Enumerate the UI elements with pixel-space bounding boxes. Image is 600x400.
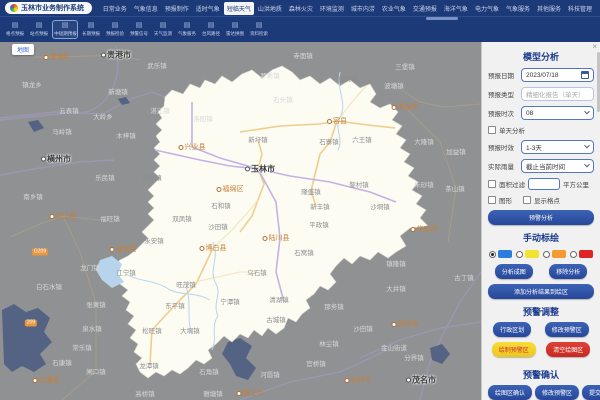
button-绘制预警区[interactable]: 绘制预警区 — [492, 342, 536, 357]
toolbar-scroll-indicator[interactable] — [426, 17, 458, 20]
document-icon: ▤ — [12, 22, 19, 30]
document-icon: ▤ — [160, 22, 167, 30]
tool-item-4[interactable]: ▤ 预报检验 — [104, 20, 126, 39]
nav-item-12[interactable]: 电力气象 — [472, 2, 502, 15]
top-navbar: 玉林市业务制作系统 日常业务气象信息预报制作适时气象短临天气山洪地质森林火灾环境… — [0, 0, 600, 16]
warning-adjust-row1: 行政区划修改预警区 — [488, 322, 594, 337]
color-radio-0[interactable] — [489, 250, 512, 258]
field-预报类型[interactable]: 精细化报告（单天） — [521, 87, 594, 101]
nav-item-13[interactable]: 气象服务 — [503, 2, 533, 15]
nav-item-3[interactable]: 适时气象 — [193, 2, 223, 15]
color-radio-3[interactable] — [570, 250, 593, 258]
field-预报时次[interactable]: 08 — [521, 106, 594, 120]
button-清空绘图区[interactable]: 清空绘图区 — [546, 342, 590, 357]
area-filter-checkbox[interactable] — [488, 180, 496, 188]
add-analysis-result-button[interactable]: 添加分析结果到绘区 — [488, 284, 594, 299]
nav-item-6[interactable]: 森林火灾 — [286, 2, 316, 15]
checkbox-显示格点[interactable] — [523, 196, 531, 204]
document-icon: ▤ — [62, 22, 69, 30]
manual-plot-buttons: 分析成图 移除分析 — [488, 264, 594, 279]
area-filter-row: 面积过滤 平方公里 — [488, 178, 594, 190]
button-移除分析[interactable]: 移除分析 — [549, 264, 587, 279]
document-icon: ▤ — [232, 22, 239, 30]
nav-item-4[interactable]: 短临天气 — [224, 2, 254, 15]
nav-item-0[interactable]: 日常业务 — [100, 2, 130, 15]
warning-adjust-row2: 绘制预警区清空绘图区 — [488, 342, 594, 357]
nav-item-1[interactable]: 气象信息 — [131, 2, 161, 15]
area-filter-label: 面积过滤 — [499, 179, 525, 189]
checkbox-图形[interactable] — [488, 196, 496, 204]
tool-item-8[interactable]: ▤ 台风路径 — [200, 20, 222, 39]
tool-item-10[interactable]: ▤ 资料检索 — [248, 20, 270, 39]
document-icon: ▤ — [88, 22, 95, 30]
button-提交审核[interactable]: 提交审核 — [582, 385, 600, 400]
button-分析成图[interactable]: 分析成图 — [495, 264, 533, 279]
color-radio-2[interactable] — [543, 250, 566, 258]
nav-item-8[interactable]: 城市内涝 — [348, 2, 378, 15]
app-logo: 玉林市业务制作系统 — [5, 2, 92, 14]
tool-item-1[interactable]: ▤ 站点预报 — [28, 20, 50, 39]
tool-item-7[interactable]: ▤ 气象服务 — [176, 20, 198, 39]
tool-item-9[interactable]: ▤ 雷达拼图 — [224, 20, 246, 39]
document-icon: ▤ — [36, 22, 43, 30]
button-修改预警区[interactable]: 修改预警区 — [545, 322, 589, 337]
analyze-button[interactable]: 预警分析 — [488, 210, 594, 225]
nav-item-11[interactable]: 海洋气象 — [441, 2, 471, 15]
field-预报日期[interactable]: 2023/07/18 — [521, 68, 594, 82]
nav-item-15[interactable]: 科技管理 — [565, 2, 595, 15]
tool-item-6[interactable]: ▤ 天气监测 — [152, 20, 174, 39]
document-icon: ▤ — [208, 22, 215, 30]
area-filter-unit: 平方公里 — [563, 179, 589, 189]
panel-fields: 预报日期 2023/07/18预报类型 精细化报告（单天）预报时次 08 单天分… — [488, 68, 594, 178]
tool-item-3[interactable]: ▤ 长期预报 — [80, 20, 102, 39]
button-修改预警区[interactable]: 修改预警区 — [535, 385, 579, 400]
document-icon: ▤ — [112, 22, 119, 30]
button-绘图区确认[interactable]: 绘图区确认 — [488, 385, 532, 400]
nav-item-14[interactable]: 其他服务 — [534, 2, 564, 15]
map-canvas[interactable]: 贵港市横州市玉林市茂名市覃塘区兴业县容县福绵区陆川县博白县浦北县灵山县合浦县岑溪… — [0, 42, 481, 400]
tool-item-5[interactable]: ▤ 预警信号 — [128, 20, 150, 39]
app-logo-icon — [10, 4, 18, 12]
analysis-panel: × 模型分析 预报日期 2023/07/18预报类型 精细化报告（单天）预报时次… — [481, 42, 600, 400]
app-title: 玉林市业务制作系统 — [21, 3, 84, 13]
nav-item-5[interactable]: 山洪地质 — [255, 2, 285, 15]
chevron-down-icon — [584, 162, 590, 168]
warning-adjust-title: 预警调整 — [488, 305, 594, 318]
document-icon: ▤ — [184, 22, 191, 30]
manual-plot-title: 手动标绘 — [488, 231, 594, 244]
warning-confirm-buttons: 绘图区确认修改预警区提交审核 — [488, 385, 594, 400]
yulin-boundary — [108, 66, 428, 378]
app-window: 玉林市业务制作系统 日常业务气象信息预报制作适时气象短临天气山洪地质森林火灾环境… — [0, 0, 600, 400]
nav-item-9[interactable]: 农业气象 — [379, 2, 409, 15]
button-行政区划[interactable]: 行政区划 — [493, 322, 531, 337]
warning-confirm-title: 预警确认 — [488, 368, 594, 381]
nav-item-7[interactable]: 环境监测 — [317, 2, 347, 15]
document-icon: ▤ — [256, 22, 263, 30]
nav-item-2[interactable]: 预报制作 — [162, 2, 192, 15]
tool-item-0[interactable]: ▤ 格点预报 — [4, 20, 26, 39]
document-icon: ▤ — [136, 22, 143, 30]
panel-title: 模型分析 — [488, 50, 594, 63]
nav-item-10[interactable]: 交通预报 — [410, 2, 440, 15]
area-filter-input[interactable] — [528, 178, 560, 190]
close-icon[interactable]: × — [592, 43, 597, 51]
calendar-icon — [581, 71, 589, 79]
chevron-down-icon — [584, 109, 590, 115]
toolbar: ▤ 格点预报 ▤ 站点预报 ▤ 中短期预报 ▤ 长期预报 ▤ 预报检验 ▤ 预警… — [0, 16, 600, 42]
top-menu: 日常业务气象信息预报制作适时气象短临天气山洪地质森林火灾环境监测城市内涝农业气象… — [100, 2, 595, 15]
display-options-row: 图形 显示格点 — [488, 195, 594, 205]
map-base — [0, 42, 481, 400]
field-预报时效[interactable]: 1-3天 — [521, 140, 594, 154]
chevron-down-icon — [584, 143, 590, 149]
color-radio-group — [489, 250, 593, 258]
map-layer-tab[interactable]: 地图 — [12, 44, 34, 55]
color-radio-1[interactable] — [516, 250, 539, 258]
checkbox-单天分析[interactable] — [488, 126, 496, 134]
field-实际雨量[interactable]: 截止当前时间 — [521, 159, 594, 173]
tool-item-2[interactable]: ▤ 中短期预报 — [52, 20, 78, 39]
